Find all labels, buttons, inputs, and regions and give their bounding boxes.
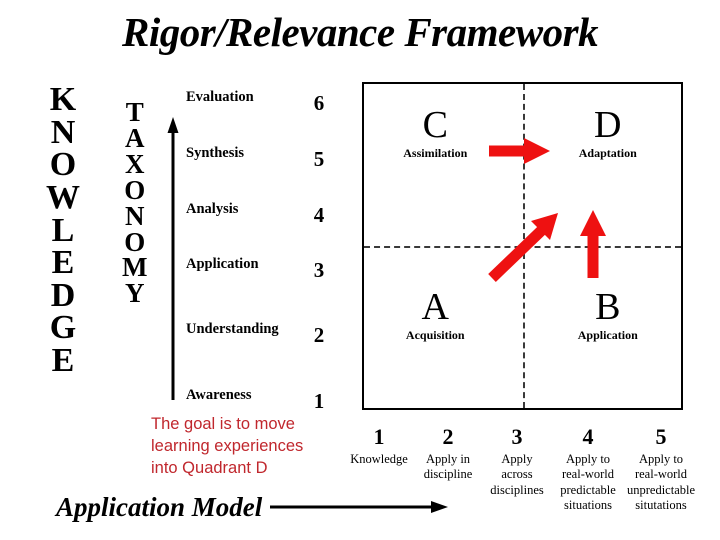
relevance-text-3: Apply across disciplines (490, 452, 544, 497)
taxonomy-letter-4: N (124, 200, 145, 231)
quadrant-a[interactable]: A Acquisition (364, 246, 523, 408)
right-arrow-icon (270, 494, 450, 520)
relevance-column-4: 4 Apply to real-world predictable situati… (549, 426, 627, 513)
relevance-number-1: 1 (373, 424, 385, 449)
quadrant-grid: C Assimilation D Adaptation A Acquisitio… (362, 82, 683, 410)
quadrant-c[interactable]: C Assimilation (364, 84, 523, 246)
knowledge-letter-4: L (51, 211, 75, 249)
taxonomy-letter-7: Y (124, 278, 145, 309)
knowledge-letter-3: W (46, 178, 80, 216)
quadrant-b[interactable]: B Application (523, 246, 682, 408)
knowledge-axis-label: KNOWLEDGE (46, 81, 80, 379)
relevance-column-1: 1 Knowledge (340, 426, 418, 467)
taxonomy-letter-3: O (124, 174, 146, 205)
taxonomy-label-synthesis: Synthesis (186, 145, 245, 161)
quadrant-c-letter: C (422, 104, 448, 146)
knowledge-letter-8: E (51, 342, 75, 379)
quadrant-c-label: Assimilation (403, 146, 468, 160)
taxonomy-letter-1: A (124, 122, 145, 153)
taxonomy-letter-2: X (124, 148, 145, 179)
quadrant-a-label: Acquisition (405, 328, 465, 342)
goal-annotation-line-2: learning experiences (151, 436, 304, 455)
knowledge-letter-5: E (51, 244, 75, 282)
goal-annotation-line-1: The goal is to move (151, 415, 295, 433)
taxonomy-number-3: 3 (313, 258, 325, 282)
taxonomy-axis-label: TAXONOMY (122, 99, 147, 309)
relevance-text-2: Apply in discipline (423, 452, 473, 482)
knowledge-letter-0: K (49, 81, 77, 118)
quadrant-d-letter: D (594, 104, 622, 146)
taxonomy-label-understanding: Understanding (186, 321, 279, 337)
taxonomy-number-1: 1 (313, 389, 325, 413)
relevance-number-3: 3 (511, 424, 523, 449)
up-arrow-icon (160, 115, 186, 400)
rigor-relevance-framework-diagram: Rigor/Relevance Framework KNOWLEDGE TAXO… (0, 0, 720, 540)
relevance-number-4: 4 (582, 424, 594, 449)
relevance-text-4: Apply to real-world predictable situatio… (560, 452, 616, 512)
quadrant-d-label: Adaptation (578, 146, 637, 160)
knowledge-letter-7: G (49, 309, 77, 347)
taxonomy-label-evaluation: Evaluation (186, 89, 254, 105)
taxonomy-number-5: 5 (313, 147, 325, 171)
relevance-column-3: 3 Apply across disciplines (478, 426, 556, 498)
knowledge-letter-6: D (50, 276, 76, 314)
taxonomy-label-awareness: Awareness (186, 387, 252, 403)
quadrant-b-letter: B (595, 286, 621, 328)
taxonomy-label-application: Application (186, 256, 259, 272)
relevance-number-5: 5 (655, 424, 667, 449)
goal-annotation: The goal is to move learning experiences… (151, 414, 351, 479)
taxonomy-number-2: 2 (313, 323, 325, 347)
page-title: Rigor/Relevance Framework (121, 9, 599, 55)
knowledge-letter-1: N (50, 113, 76, 151)
relevance-column-2: 2 Apply in discipline (409, 426, 487, 483)
quadrant-d[interactable]: D Adaptation (523, 84, 682, 246)
knowledge-letter-2: O (49, 146, 77, 184)
application-model-label: Application Model (56, 492, 263, 522)
relevance-text-5: Apply to real-world unpredictable situta… (626, 452, 696, 512)
relevance-text-1: Knowledge (350, 452, 408, 466)
taxonomy-label-analysis: Analysis (186, 201, 239, 217)
quadrant-a-letter: A (421, 286, 449, 328)
taxonomy-number-4: 4 (313, 203, 325, 227)
relevance-number-2: 2 (442, 424, 454, 449)
goal-annotation-line-3: into Quadrant D (151, 458, 268, 477)
quadrant-b-label: Application (577, 328, 638, 342)
relevance-column-5: 5 Apply to real-world unpredictable situt… (622, 426, 700, 513)
taxonomy-number-6: 6 (313, 91, 325, 115)
